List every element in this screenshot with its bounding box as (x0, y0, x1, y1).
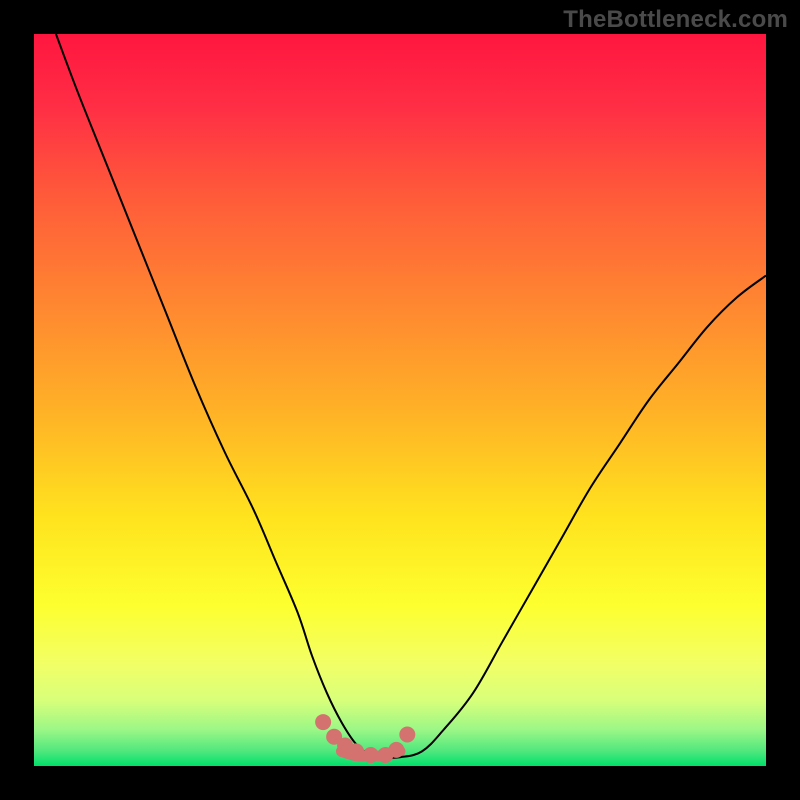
chart-stage: TheBottleneck.com (0, 0, 800, 800)
marker-dot (388, 742, 404, 758)
gradient-background (34, 34, 766, 766)
marker-dot (348, 743, 364, 759)
marker-dot (315, 714, 331, 730)
marker-dot (363, 747, 379, 763)
chart-svg (34, 34, 766, 766)
marker-dot (399, 727, 415, 743)
plot-area (34, 34, 766, 766)
watermark-text: TheBottleneck.com (563, 6, 788, 34)
